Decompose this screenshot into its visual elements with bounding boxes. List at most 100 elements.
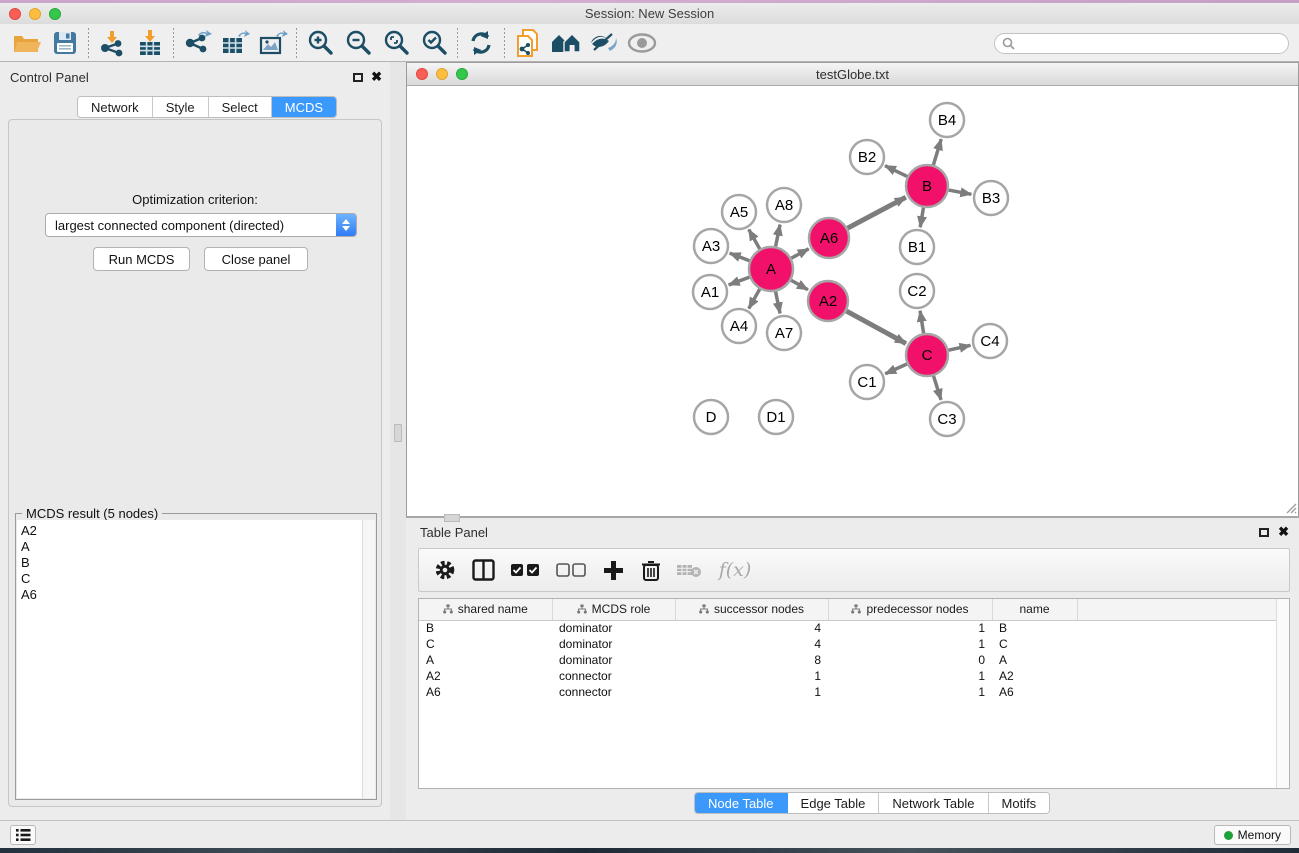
table-cell[interactable]: dominator: [552, 652, 675, 668]
select-all-columns-button[interactable]: [505, 553, 545, 587]
zoom-fit-button[interactable]: [377, 26, 415, 60]
resize-grip-icon[interactable]: [1283, 500, 1297, 514]
task-history-button[interactable]: [10, 825, 36, 845]
mcds-result-item[interactable]: C: [21, 571, 362, 587]
table-cell[interactable]: dominator: [552, 620, 675, 636]
import-table-button[interactable]: [131, 26, 169, 60]
table-cell[interactable]: 4: [675, 620, 828, 636]
table-cell[interactable]: A6: [419, 684, 552, 700]
tab-network[interactable]: Network: [78, 97, 153, 117]
horizontal-splitter-grip[interactable]: [444, 514, 460, 522]
table-settings-button[interactable]: [429, 553, 461, 587]
column-header[interactable]: shared name: [419, 599, 552, 620]
close-panel-button[interactable]: Close panel: [204, 247, 308, 271]
graph-edge[interactable]: [730, 253, 750, 261]
table-cell[interactable]: 1: [828, 684, 992, 700]
tab-edge-table[interactable]: Edge Table: [788, 793, 880, 813]
mcds-result-item[interactable]: A: [21, 539, 362, 555]
table-cell[interactable]: 1: [675, 668, 828, 684]
run-mcds-button[interactable]: Run MCDS: [93, 247, 190, 271]
export-image-button[interactable]: [254, 26, 292, 60]
graph-edge[interactable]: [934, 376, 941, 400]
open-session-button[interactable]: [8, 26, 46, 60]
table-cell[interactable]: C: [992, 636, 1077, 652]
table-cell[interactable]: connector: [552, 668, 675, 684]
graph-edge[interactable]: [776, 225, 780, 247]
delete-row-button[interactable]: [635, 553, 667, 587]
export-network-button[interactable]: [178, 26, 216, 60]
graph-edge[interactable]: [948, 345, 970, 350]
graph-edge[interactable]: [729, 277, 750, 285]
float-table-panel-icon[interactable]: [1259, 528, 1269, 537]
network-canvas[interactable]: B4B2BB3A5A8A6A3B1AA1C2A2A4A7C4CC1C3DD1: [407, 87, 1298, 516]
criterion-select[interactable]: largest connected component (directed): [45, 213, 357, 237]
export-table-button[interactable]: [216, 26, 254, 60]
column-header[interactable]: name: [992, 599, 1077, 620]
table-header-row[interactable]: shared nameMCDS rolesuccessor nodesprede…: [419, 599, 1289, 620]
graph-edge[interactable]: [920, 311, 924, 334]
refresh-layout-button[interactable]: [462, 26, 500, 60]
splitter-grip[interactable]: [394, 424, 402, 442]
graph-edge[interactable]: [920, 208, 923, 228]
table-row[interactable]: Bdominator41B: [419, 620, 1289, 636]
table-row[interactable]: A2connector11A2: [419, 668, 1289, 684]
mcds-result-scrollbar[interactable]: [362, 520, 375, 798]
tab-style[interactable]: Style: [153, 97, 209, 117]
tab-node-table[interactable]: Node Table: [695, 793, 788, 813]
vertical-splitter[interactable]: [390, 62, 406, 820]
table-cell[interactable]: 4: [675, 636, 828, 652]
tab-network-table[interactable]: Network Table: [879, 793, 988, 813]
column-header[interactable]: predecessor nodes: [828, 599, 992, 620]
table-cell[interactable]: B: [992, 620, 1077, 636]
mcds-result-list[interactable]: A2ABCA6: [17, 520, 362, 798]
add-row-button[interactable]: [597, 553, 629, 587]
home-button[interactable]: [547, 26, 585, 60]
table-cell[interactable]: A2: [419, 668, 552, 684]
graph-edge[interactable]: [846, 311, 905, 343]
graph-edge[interactable]: [848, 197, 906, 228]
memory-button[interactable]: Memory: [1214, 825, 1291, 845]
table-scrollbar[interactable]: [1276, 599, 1289, 788]
column-header[interactable]: MCDS role: [552, 599, 675, 620]
close-panel-icon[interactable]: ✖: [371, 72, 382, 82]
table-cell[interactable]: connector: [552, 684, 675, 700]
table-cell[interactable]: A: [992, 652, 1077, 668]
table-cell[interactable]: 1: [828, 636, 992, 652]
save-session-button[interactable]: [46, 26, 84, 60]
mcds-result-item[interactable]: A6: [21, 587, 362, 603]
column-header[interactable]: successor nodes: [675, 599, 828, 620]
table-cell[interactable]: 1: [828, 668, 992, 684]
network-graph[interactable]: B4B2BB3A5A8A6A3B1AA1C2A2A4A7C4CC1C3DD1: [407, 87, 1298, 516]
mcds-result-item[interactable]: B: [21, 555, 362, 571]
zoom-selected-button[interactable]: [415, 26, 453, 60]
tab-motifs[interactable]: Motifs: [989, 793, 1050, 813]
zoom-out-button[interactable]: [339, 26, 377, 60]
graph-edge[interactable]: [885, 364, 907, 374]
table-cell[interactable]: 0: [828, 652, 992, 668]
search-input[interactable]: [994, 33, 1289, 54]
graph-edge[interactable]: [933, 139, 941, 165]
table-row[interactable]: Cdominator41C: [419, 636, 1289, 652]
float-panel-icon[interactable]: [353, 73, 363, 82]
graphics-details-button[interactable]: [585, 26, 623, 60]
delete-table-button[interactable]: [673, 553, 705, 587]
table-cell[interactable]: B: [419, 620, 552, 636]
table-cell[interactable]: 1: [828, 620, 992, 636]
tab-mcds[interactable]: MCDS: [272, 97, 336, 117]
split-view-button[interactable]: [467, 553, 499, 587]
hide-details-button[interactable]: [623, 26, 661, 60]
graph-edge[interactable]: [791, 249, 808, 258]
table-cell[interactable]: A2: [992, 668, 1077, 684]
graph-edge[interactable]: [885, 166, 907, 177]
table-cell[interactable]: A: [419, 652, 552, 668]
graph-edge[interactable]: [791, 280, 808, 289]
unselect-all-columns-button[interactable]: [551, 553, 591, 587]
table-cell[interactable]: 1: [675, 684, 828, 700]
table-cell[interactable]: dominator: [552, 636, 675, 652]
table-row[interactable]: A6connector11A6: [419, 684, 1289, 700]
network-window-titlebar[interactable]: testGlobe.txt: [407, 63, 1298, 86]
table-cell[interactable]: C: [419, 636, 552, 652]
graph-edge[interactable]: [776, 292, 780, 314]
graph-edge[interactable]: [749, 289, 760, 309]
graph-edge[interactable]: [949, 190, 972, 194]
